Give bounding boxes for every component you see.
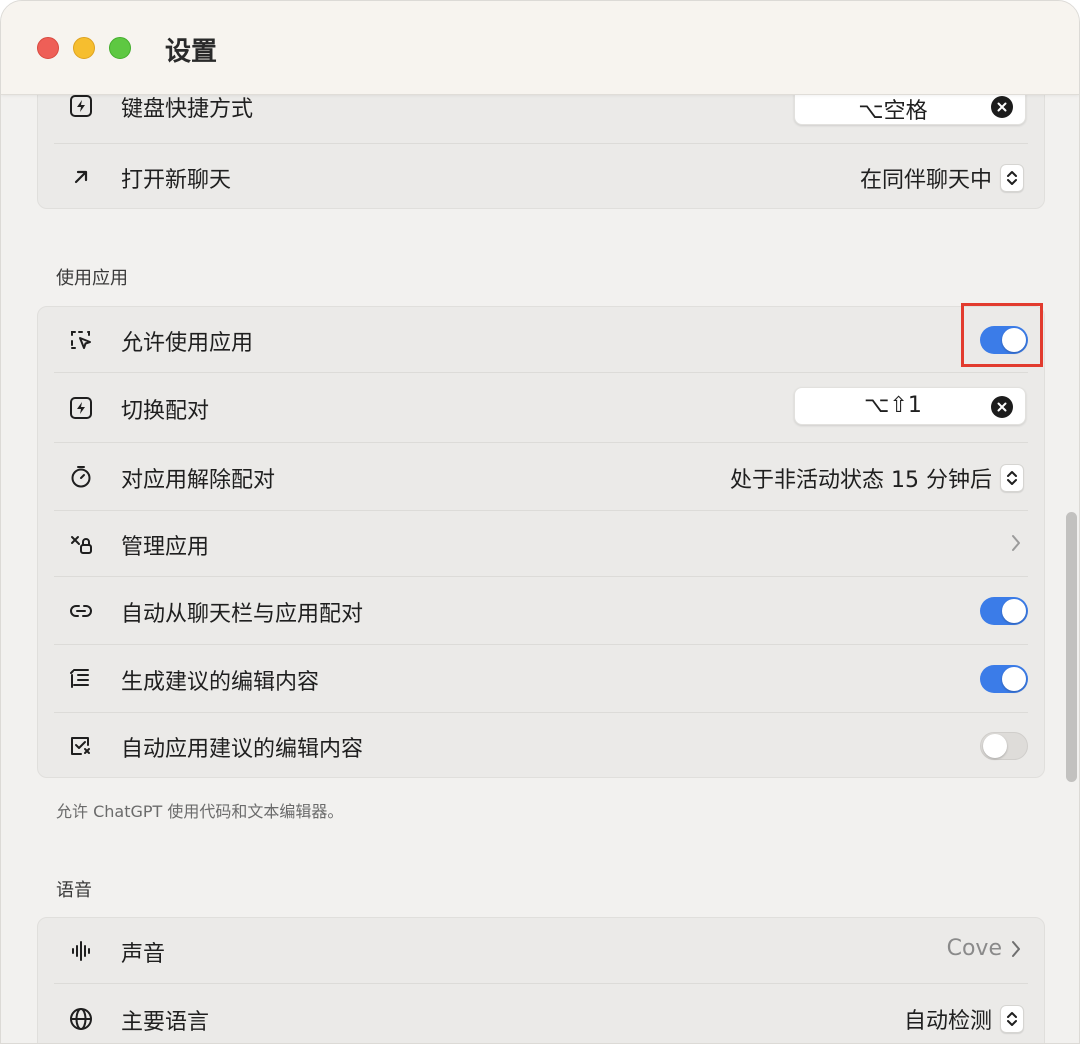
apps-section-heading: 使用应用: [56, 268, 128, 289]
keyboard-shortcut-value: ⌥空格: [858, 99, 928, 124]
chevron-right-icon: [1010, 533, 1022, 557]
suggest-edits-toggle[interactable]: [980, 665, 1028, 693]
waveform-icon: [68, 938, 94, 964]
window-title: 设置: [165, 37, 218, 67]
main-language-label: 主要语言: [121, 1010, 210, 1035]
toggle-pairing-label: 切换配对: [121, 399, 210, 424]
minimize-window-button[interactable]: [73, 37, 95, 59]
toggle-pairing-row: 切换配对 ⌥⇧1: [38, 373, 1044, 443]
apps-section-note: 允许 ChatGPT 使用代码和文本编辑器。: [56, 802, 344, 821]
open-new-chat-label: 打开新聊天: [121, 168, 232, 193]
toggle-knob: [1002, 667, 1026, 691]
chevron-updown-icon: [1000, 464, 1024, 492]
voice-label: 声音: [121, 942, 166, 967]
auto-apply-edits-toggle[interactable]: [980, 732, 1028, 760]
manage-apps-row[interactable]: 管理应用: [38, 511, 1044, 577]
voice-value-link[interactable]: Cove: [947, 936, 1022, 961]
unpair-apps-label: 对应用解除配对: [121, 468, 276, 493]
timer-icon: [68, 464, 94, 490]
settings-window: 键盘快捷方式 ⌥空格 打开新聊天 在同伴聊天中 使用应用 允许使用应用 切换配对…: [0, 0, 1080, 1044]
auto-pair-row: 自动从聊天栏与应用配对: [38, 577, 1044, 645]
scrollbar[interactable]: [1063, 97, 1077, 1043]
suggest-edit-icon: [68, 666, 94, 692]
toggle-pairing-shortcut-recorder[interactable]: ⌥⇧1: [794, 387, 1026, 425]
allow-apps-row: 允许使用应用: [38, 307, 1044, 373]
close-window-button[interactable]: [37, 37, 59, 59]
globe-icon: [68, 1006, 94, 1032]
chevron-updown-icon: [1000, 164, 1024, 192]
toggle-knob: [983, 734, 1007, 758]
toggle-knob: [1002, 599, 1026, 623]
chevron-right-icon: [1012, 940, 1020, 957]
clear-shortcut-icon[interactable]: [991, 96, 1013, 118]
unpair-apps-row: 对应用解除配对 处于非活动状态 15 分钟后: [38, 443, 1044, 511]
voice-section-heading: 语音: [56, 880, 92, 901]
suggest-edits-row: 生成建议的编辑内容: [38, 645, 1044, 713]
cursor-select-icon: [68, 327, 94, 353]
suggest-edits-label: 生成建议的编辑内容: [121, 670, 320, 695]
bolt-square-icon: [68, 395, 94, 421]
open-new-chat-popup[interactable]: 在同伴聊天中: [860, 162, 1024, 194]
apps-group: 允许使用应用 切换配对 ⌥⇧1 对应用解除配对 处于非活动状态 15 分钟后 管…: [37, 306, 1045, 778]
auto-apply-icon: [68, 733, 94, 759]
apps-manage-icon: [68, 531, 94, 557]
link-icon: [68, 598, 94, 624]
clear-shortcut-icon[interactable]: [991, 396, 1013, 418]
auto-pair-label: 自动从聊天栏与应用配对: [121, 602, 364, 627]
bolt-square-icon: [68, 93, 94, 119]
maximize-window-button[interactable]: [109, 37, 131, 59]
manage-apps-label: 管理应用: [121, 535, 210, 560]
open-new-chat-value: 在同伴聊天中: [859, 168, 992, 193]
highlight-box: [961, 303, 1043, 367]
voice-group: 声音 Cove 主要语言 自动检测: [37, 917, 1045, 1043]
allow-apps-label: 允许使用应用: [121, 331, 254, 356]
main-language-row: 主要语言 自动检测: [38, 984, 1044, 1043]
auto-apply-edits-label: 自动应用建议的编辑内容: [121, 737, 364, 762]
toggle-pairing-shortcut-value: ⌥⇧1: [864, 393, 922, 418]
title-bar: 设置: [1, 1, 1079, 95]
unpair-apps-popup[interactable]: 处于非活动状态 15 分钟后: [730, 462, 1024, 494]
voice-row[interactable]: 声音 Cove: [38, 918, 1044, 984]
main-language-value: 自动检测: [903, 1009, 992, 1034]
scrollbar-thumb[interactable]: [1066, 512, 1077, 782]
voice-value: Cove: [946, 936, 1002, 961]
main-language-popup[interactable]: 自动检测: [904, 1003, 1024, 1035]
keyboard-shortcut-label: 键盘快捷方式: [121, 97, 254, 122]
auto-pair-toggle[interactable]: [980, 597, 1028, 625]
chevron-updown-icon: [1000, 1005, 1024, 1033]
settings-content: 键盘快捷方式 ⌥空格 打开新聊天 在同伴聊天中 使用应用 允许使用应用 切换配对…: [1, 1, 1079, 1043]
arrow-up-right-icon: [68, 164, 94, 190]
unpair-apps-value: 处于非活动状态 15 分钟后: [730, 468, 992, 493]
auto-apply-edits-row: 自动应用建议的编辑内容: [38, 713, 1044, 779]
open-new-chat-row: 打开新聊天 在同伴聊天中: [38, 144, 1044, 210]
